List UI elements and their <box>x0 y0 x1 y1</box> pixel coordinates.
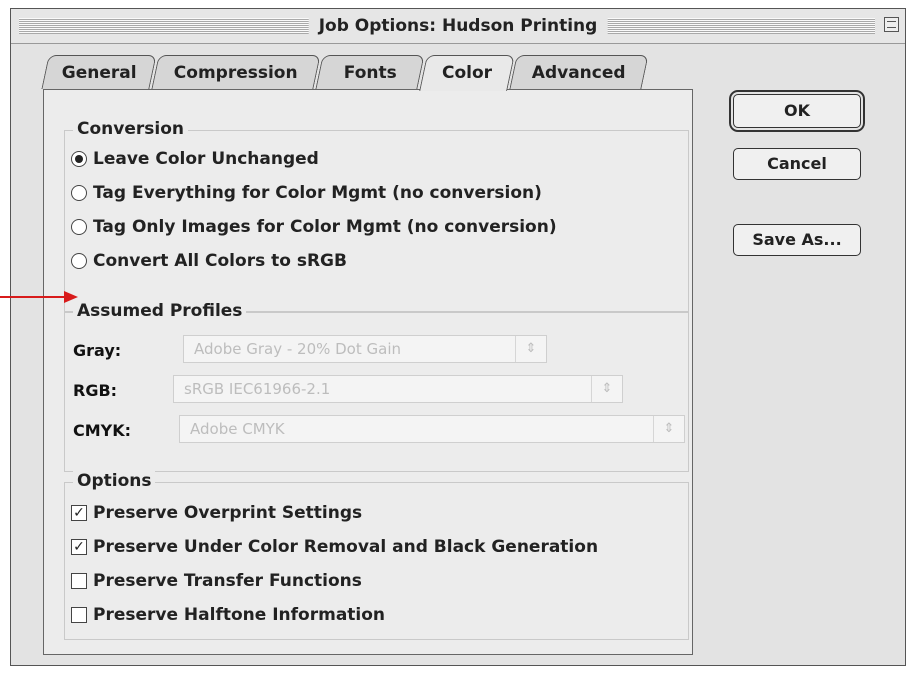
cmyk-label: CMYK: <box>73 421 132 440</box>
radio-icon[interactable] <box>71 219 87 235</box>
color-panel: Conversion Leave Color Unchanged Tag Eve… <box>43 89 693 655</box>
gray-label: Gray: <box>73 341 122 360</box>
gray-profile-value: Adobe Gray - 20% Dot Gain <box>194 340 401 358</box>
conversion-group: Conversion Leave Color Unchanged Tag Eve… <box>64 119 689 312</box>
checkbox-unchecked-icon[interactable] <box>71 607 87 623</box>
checkbox-preserve-overprint[interactable]: ✓ Preserve Overprint Settings <box>71 501 362 525</box>
radio-label: Tag Only Images for Color Mgmt (no conve… <box>93 217 557 237</box>
rgb-profile-select[interactable]: sRGB IEC61966-2.1 ⇕ <box>173 375 623 403</box>
radio-icon[interactable] <box>71 253 87 269</box>
window-title: Job Options: Hudson Printing <box>308 15 608 37</box>
checkbox-preserve-ucr[interactable]: ✓ Preserve Under Color Removal and Black… <box>71 535 598 559</box>
checkbox-label: Preserve Under Color Removal and Black G… <box>93 537 599 557</box>
save-as-button[interactable]: Save As... <box>733 224 861 256</box>
tab-fonts[interactable]: Fonts <box>315 55 425 89</box>
up-down-arrows-icon: ⇕ <box>591 376 622 402</box>
checkbox-label: Preserve Halftone Information <box>93 605 386 625</box>
cancel-button[interactable]: Cancel <box>733 148 861 180</box>
checkbox-label: Preserve Transfer Functions <box>93 571 362 591</box>
ok-button[interactable]: OK <box>729 90 865 132</box>
cmyk-profile-select[interactable]: Adobe CMYK ⇕ <box>179 415 685 443</box>
assumed-profiles-title: Assumed Profiles <box>73 301 247 321</box>
up-down-arrows-icon: ⇕ <box>515 336 546 362</box>
radio-convert-srgb[interactable]: Convert All Colors to sRGB <box>71 249 347 273</box>
radio-selected-icon[interactable] <box>71 151 87 167</box>
checkbox-checked-icon[interactable]: ✓ <box>71 539 87 555</box>
tab-general[interactable]: General <box>41 55 157 89</box>
radio-icon[interactable] <box>71 185 87 201</box>
rgb-label: RGB: <box>73 381 118 400</box>
red-arrow-icon <box>64 291 78 303</box>
tab-advanced[interactable]: Advanced <box>509 55 649 89</box>
job-options-dialog: Job Options: Hudson Printing General Com… <box>10 8 906 666</box>
tab-color[interactable]: Color <box>419 55 515 91</box>
radio-label: Convert All Colors to sRGB <box>93 251 347 271</box>
cmyk-profile-value: Adobe CMYK <box>190 420 285 438</box>
checkbox-preserve-transfer[interactable]: Preserve Transfer Functions <box>71 569 362 593</box>
checkbox-checked-icon[interactable]: ✓ <box>71 505 87 521</box>
gray-profile-select[interactable]: Adobe Gray - 20% Dot Gain ⇕ <box>183 335 547 363</box>
options-title: Options <box>73 471 156 491</box>
radio-label: Tag Everything for Color Mgmt (no conver… <box>93 183 542 203</box>
radio-tag-only-images[interactable]: Tag Only Images for Color Mgmt (no conve… <box>71 215 557 239</box>
title-bar[interactable]: Job Options: Hudson Printing <box>11 9 905 44</box>
checkbox-preserve-halftone[interactable]: Preserve Halftone Information <box>71 603 385 627</box>
checkbox-unchecked-icon[interactable] <box>71 573 87 589</box>
zoom-box-icon[interactable] <box>884 17 899 32</box>
up-down-arrows-icon: ⇕ <box>653 416 684 442</box>
tab-compression[interactable]: Compression <box>151 55 321 89</box>
assumed-profiles-group: Assumed Profiles Gray: Adobe Gray - 20% … <box>64 301 689 472</box>
rgb-profile-value: sRGB IEC61966-2.1 <box>184 380 331 398</box>
checkbox-label: Preserve Overprint Settings <box>93 503 363 523</box>
radio-label: Leave Color Unchanged <box>93 149 319 169</box>
conversion-title: Conversion <box>73 119 188 139</box>
radio-leave-unchanged[interactable]: Leave Color Unchanged <box>71 147 319 171</box>
options-group: Options ✓ Preserve Overprint Settings ✓ … <box>64 471 689 640</box>
callout-arrow-line <box>0 296 65 298</box>
radio-tag-everything[interactable]: Tag Everything for Color Mgmt (no conver… <box>71 181 542 205</box>
